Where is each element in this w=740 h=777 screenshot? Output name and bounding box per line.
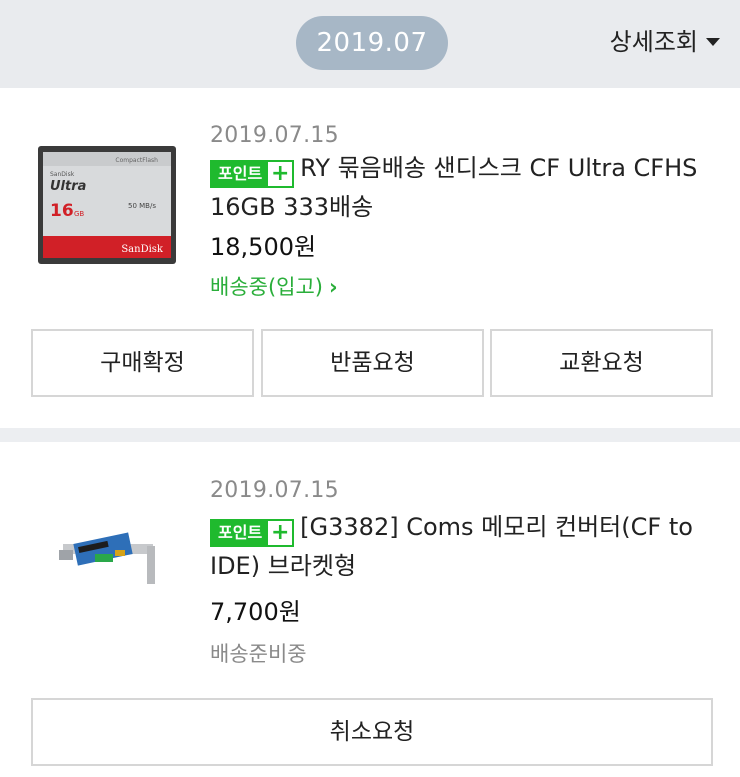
plus-icon: + <box>268 521 293 545</box>
card-capacity: 16 <box>50 201 74 221</box>
card-brand-small: SanDisk <box>50 171 75 178</box>
product-thumbnail[interactable]: CompactFlash SanDisk Ultra 16 GB 50 MB/s… <box>38 146 176 264</box>
card-unit: GB <box>74 210 84 218</box>
cancel-request-button[interactable]: 취소요청 <box>31 698 713 766</box>
return-request-button[interactable]: 반품요청 <box>261 329 484 397</box>
product-title[interactable]: 포인트 + [G3382] Coms 메모리 컨버터(CF to IDE) 브라켓형 <box>210 508 710 585</box>
point-plus-badge: 포인트 + <box>210 519 295 547</box>
card-brand: SanDisk <box>121 244 164 255</box>
product-thumbnail[interactable] <box>55 524 157 586</box>
order-price: 7,700원 <box>210 598 301 626</box>
month-pill: 2019.07 <box>296 16 448 70</box>
delivery-status-text: 배송중(입고) <box>210 275 323 299</box>
order-price: 18,500원 <box>210 233 317 261</box>
confirm-purchase-button[interactable]: 구매확정 <box>31 329 254 397</box>
badge-label: 포인트 <box>212 521 269 545</box>
card-divider <box>0 428 740 442</box>
order-date: 2019.07.15 <box>210 123 339 148</box>
point-plus-badge: 포인트 + <box>210 160 295 188</box>
detail-view-button[interactable]: 상세조회 <box>610 22 720 62</box>
card-brand-top: CompactFlash <box>115 157 158 164</box>
exchange-request-button[interactable]: 교환요청 <box>490 329 713 397</box>
delivery-status-link[interactable]: 배송중(입고) › <box>210 271 338 301</box>
caret-down-icon <box>706 37 720 46</box>
month-header: 2019.07 상세조회 <box>0 0 740 88</box>
order-card: CompactFlash SanDisk Ultra 16 GB 50 MB/s… <box>0 88 740 428</box>
badge-label: 포인트 <box>212 162 269 186</box>
card-speed: 50 MB/s <box>128 202 156 210</box>
card-model: Ultra <box>50 179 86 194</box>
plus-icon: + <box>268 162 293 186</box>
product-title[interactable]: 포인트 + RY 묶음배송 샌디스크 CF Ultra CFHS 16GB 333배… <box>210 149 710 226</box>
order-date: 2019.07.15 <box>210 478 339 503</box>
chevron-right-icon: › <box>329 275 338 299</box>
delivery-status-text: 배송준비중 <box>210 642 307 666</box>
detail-view-label: 상세조회 <box>609 28 698 56</box>
order-card: 2019.07.15 포인트 + [G3382] Coms 메모리 컨버터(CF t… <box>0 442 740 777</box>
